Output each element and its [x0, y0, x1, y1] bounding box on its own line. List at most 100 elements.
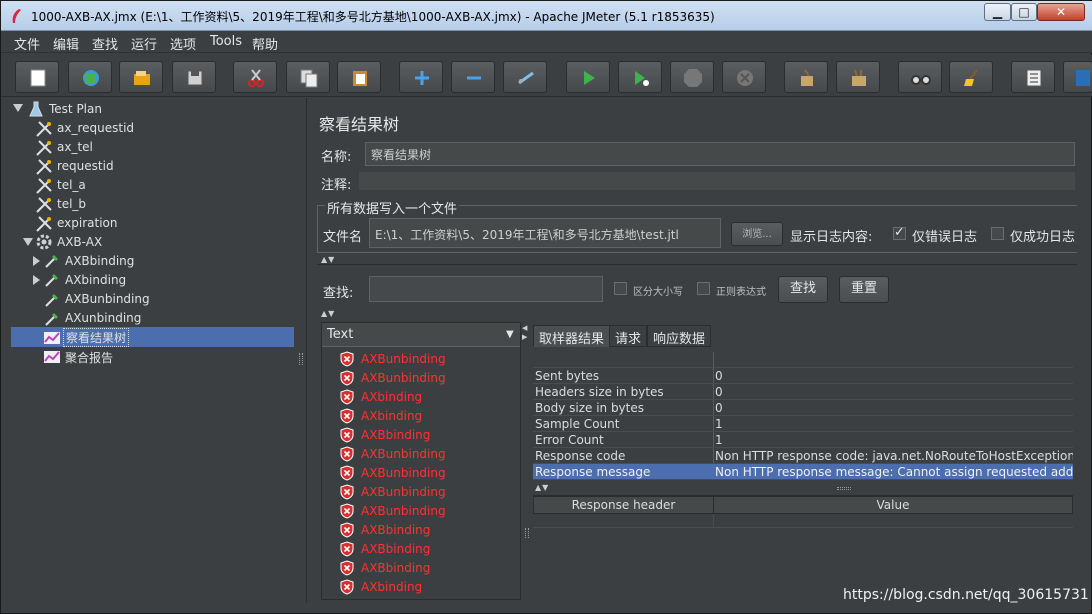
result-item[interactable]: AXBunbinding — [339, 350, 509, 369]
browse-button[interactable]: 浏览... — [731, 222, 783, 246]
reset-search-button[interactable] — [949, 61, 993, 93]
new-button[interactable] — [15, 61, 59, 93]
plus-icon — [415, 71, 429, 85]
collapse-arrow-icon[interactable] — [23, 238, 33, 246]
result-item[interactable]: AXBbinding — [339, 559, 509, 578]
tree-item-axunbinding[interactable]: AXunbinding — [43, 309, 193, 328]
shutdown-button[interactable] — [722, 61, 766, 93]
result-item[interactable]: AXBunbinding — [339, 502, 509, 521]
save-button[interactable] — [172, 61, 216, 93]
tree-item-test-plan[interactable]: Test Plan — [13, 100, 133, 119]
case-sensitive-checkbox[interactable] — [614, 282, 627, 295]
menu-help[interactable]: 帮助 — [252, 34, 278, 53]
table-row[interactable]: Error Count 1 — [533, 432, 1073, 448]
search-button[interactable] — [898, 61, 942, 93]
tree-item-aggregate-report[interactable]: 聚合报告 — [43, 347, 193, 366]
start-no-pause-button[interactable] — [618, 61, 662, 93]
maximize-button[interactable]: □ — [1011, 3, 1037, 21]
reset-button[interactable]: 重置 — [839, 276, 889, 303]
collapse-arrow-icon[interactable] — [13, 104, 23, 112]
open-button[interactable] — [119, 61, 163, 93]
minimize-button[interactable]: ▁ — [984, 3, 1011, 21]
menu-search[interactable]: 查找 — [92, 34, 118, 53]
collapse-arrows-icon[interactable]: ▲▼ — [321, 309, 335, 318]
expand-arrow-icon[interactable] — [33, 275, 40, 285]
tree-item-ax-requestid[interactable]: ax_requestid — [35, 119, 185, 138]
table-row[interactable] — [533, 352, 1073, 368]
tree-item-tel-b[interactable]: tel_b — [35, 195, 185, 214]
tree-item-axbunbinding[interactable]: AXBunbinding — [43, 290, 193, 309]
tree-item-axbbinding[interactable]: AXBbinding — [33, 252, 183, 271]
search-button[interactable]: 查找 — [778, 276, 828, 303]
tab-response-data[interactable]: 响应数据 — [647, 325, 712, 347]
tab-sampler-result[interactable]: 取样器结果 — [533, 325, 611, 347]
name-field[interactable]: 察看结果树 — [365, 142, 1075, 166]
table-row[interactable]: Response code Non HTTP response code: jav… — [533, 448, 1073, 464]
result-item[interactable]: AXBunbinding — [339, 483, 509, 502]
help-button[interactable] — [1063, 61, 1092, 93]
result-item[interactable]: AXBunbinding — [339, 369, 509, 388]
tab-request[interactable]: 请求 — [609, 325, 648, 347]
row-key: Error Count — [535, 433, 604, 447]
tree-item-ax-tel[interactable]: ax_tel — [35, 138, 185, 157]
search-field[interactable] — [369, 276, 603, 302]
tree-item-axbinding[interactable]: AXbinding — [33, 271, 183, 290]
column-header-response-header[interactable]: Response header — [533, 496, 714, 514]
table-row[interactable]: Sent bytes 0 — [533, 368, 1073, 384]
success-only-checkbox[interactable] — [991, 227, 1004, 240]
filename-field[interactable]: E:\1、工作资料\5、2019年工程\和多号北方基地\test.jtl — [369, 218, 721, 248]
tree-item-tel-a[interactable]: tel_a — [35, 176, 185, 195]
result-item[interactable]: AXBunbinding — [339, 464, 509, 483]
tree-item-view-results-tree[interactable]: 察看结果树 — [43, 328, 193, 347]
row-value: 1 — [715, 433, 723, 447]
start-button[interactable] — [566, 61, 610, 93]
tree-item-axb-ax[interactable]: AXB-AX — [23, 233, 173, 252]
split-pane-divider[interactable] — [297, 98, 305, 603]
toggle-button[interactable] — [503, 61, 547, 93]
regex-checkbox[interactable] — [697, 282, 710, 295]
result-item[interactable]: AXBunbinding — [339, 445, 509, 464]
split-arrows-icon[interactable]: ◀ ▶ — [522, 324, 528, 342]
expand-all-button[interactable] — [399, 61, 443, 93]
renderer-select[interactable]: Text ▼ — [322, 323, 520, 347]
errors-only-checkbox[interactable] — [893, 225, 906, 240]
column-header-value[interactable]: Value — [713, 496, 1073, 514]
stop-button[interactable] — [670, 61, 714, 93]
table-row[interactable]: Headers size in bytes 0 — [533, 384, 1073, 400]
result-item[interactable]: AXBbinding — [339, 540, 509, 559]
result-item[interactable]: AXbinding — [339, 578, 509, 597]
tree-item-requestid[interactable]: requestid — [35, 157, 185, 176]
error-shield-icon — [340, 522, 354, 538]
table-row[interactable]: Sample Count 1 — [533, 416, 1073, 432]
result-item[interactable]: AXbinding — [339, 407, 509, 426]
error-shield-icon — [340, 484, 354, 500]
menu-file[interactable]: 文件 — [14, 34, 40, 53]
result-item[interactable]: AXBbinding — [339, 426, 509, 445]
collapse-arrows-icon[interactable]: ▲▼ — [321, 255, 335, 264]
function-helper-button[interactable] — [1011, 61, 1055, 93]
result-item[interactable]: AXbinding — [339, 388, 509, 407]
templates-button[interactable] — [68, 61, 112, 93]
close-button[interactable]: ✕ — [1037, 3, 1085, 21]
collapse-all-button[interactable] — [451, 61, 495, 93]
menu-options[interactable]: 选项 — [170, 34, 196, 53]
renderer-value: Text — [327, 327, 354, 342]
collapse-arrows-icon[interactable]: ▲▼ — [535, 483, 549, 492]
table-row-selected[interactable]: Response message Non HTTP response messag… — [533, 464, 1073, 480]
menu-run[interactable]: 运行 — [131, 34, 157, 53]
copy-button[interactable] — [286, 61, 330, 93]
tree-label: 聚合报告 — [65, 351, 114, 365]
menu-edit[interactable]: 编辑 — [53, 34, 79, 53]
tree-label: 察看结果树 — [63, 328, 130, 347]
tree-item-expiration[interactable]: expiration — [35, 214, 185, 233]
cut-button[interactable] — [233, 61, 277, 93]
menu-tools[interactable]: Tools — [210, 34, 242, 49]
expand-arrow-icon[interactable] — [33, 256, 40, 266]
result-item[interactable]: AXBbinding — [339, 521, 509, 540]
clear-all-button[interactable] — [836, 61, 880, 93]
comment-field[interactable] — [359, 172, 1075, 190]
clear-button[interactable] — [784, 61, 828, 93]
table-row[interactable]: Body size in bytes 0 — [533, 400, 1073, 416]
result-item-label: AXbinding — [361, 409, 423, 423]
paste-button[interactable] — [337, 61, 381, 93]
